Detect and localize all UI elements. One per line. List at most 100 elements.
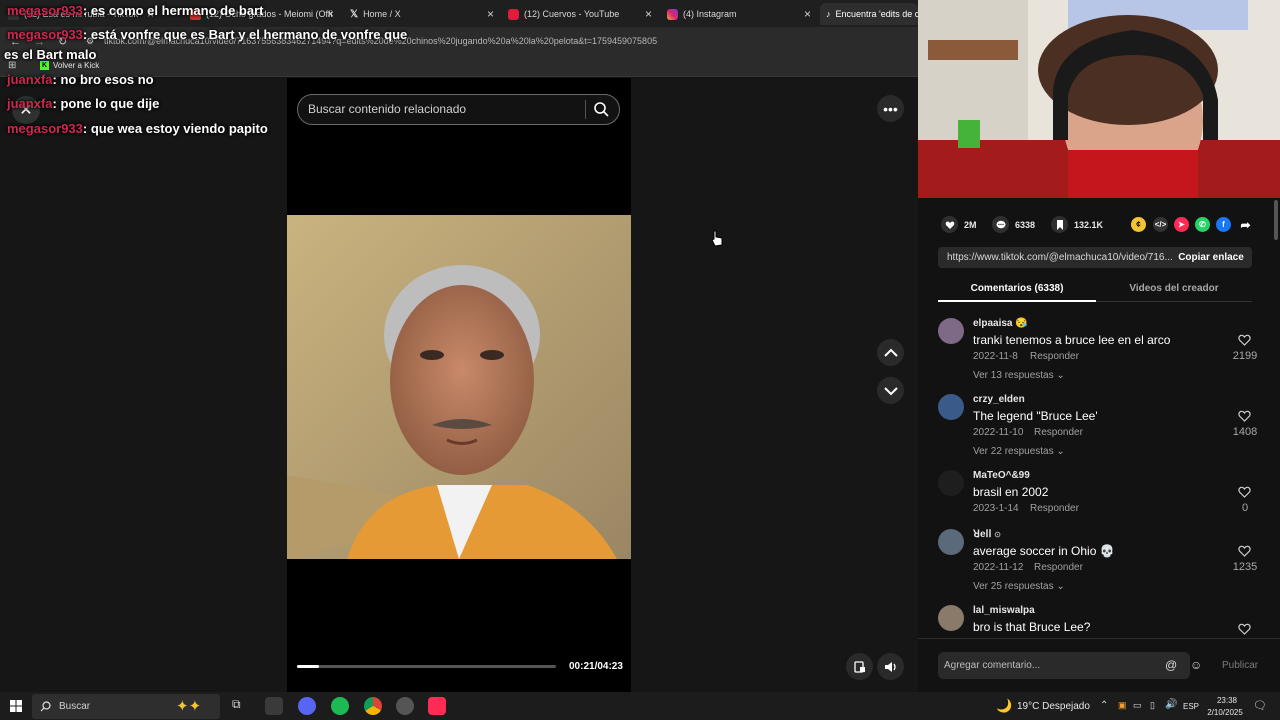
like-stat[interactable]: 2M bbox=[941, 216, 977, 233]
tab-label: Encuentra 'edits de ch bbox=[835, 9, 919, 19]
weather-moon-icon: 🌙 bbox=[996, 698, 1013, 713]
heart-outline-icon[interactable] bbox=[1238, 545, 1251, 557]
search-icon[interactable] bbox=[593, 101, 609, 117]
next-video-button[interactable] bbox=[877, 377, 904, 404]
weather-widget[interactable]: 19°C Despejado bbox=[1017, 701, 1090, 712]
clock-date[interactable]: 2/10/2025 bbox=[1202, 708, 1248, 717]
search-divider bbox=[585, 100, 586, 119]
reply-button[interactable]: Responder bbox=[1034, 427, 1083, 438]
chevron-down-icon: ⌄ bbox=[1056, 581, 1065, 592]
chrome-icon[interactable] bbox=[364, 697, 382, 715]
file-explorer-icon[interactable] bbox=[265, 697, 283, 715]
chevron-up-icon[interactable]: ⌃ bbox=[1100, 700, 1108, 711]
reply-button[interactable]: Responder bbox=[1034, 562, 1083, 573]
view-replies[interactable]: Ver 22 respuestas ⌄ bbox=[973, 446, 1065, 457]
notifications-icon[interactable]: 🗨 bbox=[1253, 699, 1267, 712]
heart-outline-icon[interactable] bbox=[1238, 410, 1251, 422]
close-icon[interactable]: × bbox=[804, 7, 811, 21]
publish-button[interactable]: Publicar bbox=[1222, 660, 1258, 671]
discord-icon[interactable] bbox=[298, 697, 316, 715]
comment-text: bro is that Bruce Lee? bbox=[973, 620, 1091, 634]
save-stat[interactable]: 132.1K bbox=[1051, 216, 1103, 233]
facebook-icon[interactable]: f bbox=[1216, 217, 1231, 232]
browser-tab[interactable]: (12) Cuervos - YouTube × bbox=[508, 3, 652, 25]
obs-icon[interactable] bbox=[396, 697, 414, 715]
tab-label: (4) Instagram bbox=[683, 9, 737, 19]
comment-username[interactable]: elpaaisa 😪 bbox=[973, 318, 1028, 329]
view-replies[interactable]: Ver 13 respuestas ⌄ bbox=[973, 370, 1065, 381]
embed-code-icon[interactable]: </> bbox=[1153, 217, 1168, 232]
webcam-image bbox=[918, 0, 1280, 198]
browser-tab[interactable]: 𝕏 Home / X × bbox=[350, 3, 494, 25]
heart-outline-icon[interactable] bbox=[1238, 486, 1251, 498]
network-icon[interactable]: ▭ bbox=[1133, 700, 1142, 711]
tray-app-icon[interactable]: ▣ bbox=[1118, 700, 1127, 711]
comment-count: 6338 bbox=[1015, 219, 1036, 230]
reply-button[interactable]: Responder bbox=[1030, 351, 1079, 362]
webcam-feed bbox=[918, 0, 1280, 198]
volume-icon bbox=[884, 661, 896, 672]
spotify-icon[interactable] bbox=[331, 697, 349, 715]
miniplayer-button[interactable] bbox=[846, 653, 873, 680]
reply-button[interactable]: Responder bbox=[1030, 503, 1079, 514]
time-display: 00:21/04:23 bbox=[569, 661, 623, 672]
comment-text: The legend "Bruce Lee' bbox=[973, 409, 1098, 423]
share-arrow-icon[interactable]: ➦ bbox=[1238, 217, 1253, 232]
comment-username[interactable]: crzy_elden bbox=[973, 394, 1025, 405]
avatar[interactable] bbox=[938, 470, 964, 496]
comment-username[interactable]: lal_miswalpa bbox=[973, 605, 1035, 616]
volume-button[interactable] bbox=[877, 653, 904, 680]
progress-track[interactable] bbox=[297, 665, 556, 668]
tab-comments[interactable]: Comentarios (6338) bbox=[938, 278, 1096, 302]
comment-username[interactable]: ꓤeꓲꓲ ⊙ bbox=[973, 529, 1001, 540]
mention-icon[interactable]: @ bbox=[1165, 658, 1177, 672]
more-options-button[interactable]: ••• bbox=[877, 95, 904, 122]
comment-date: 2022-11-8 bbox=[973, 351, 1018, 362]
scrollbar[interactable] bbox=[1274, 200, 1278, 240]
clock-time[interactable]: 23:38 bbox=[1207, 696, 1247, 705]
browser-tab-active[interactable]: ♪ Encuentra 'edits de ch bbox=[820, 3, 918, 25]
tab-label: Home / X bbox=[363, 9, 401, 19]
video-link[interactable]: https://www.tiktok.com/@elmachuca10/vide… bbox=[947, 252, 1173, 263]
comment-stat[interactable]: 6338 bbox=[992, 216, 1035, 233]
whatsapp-icon[interactable]: ✆ bbox=[1195, 217, 1210, 232]
heart-outline-icon[interactable] bbox=[1238, 623, 1251, 635]
comment-text: brasil en 2002 bbox=[973, 485, 1049, 499]
avatar[interactable] bbox=[938, 394, 964, 420]
avatar[interactable] bbox=[938, 529, 964, 555]
comment-like-count: 0 bbox=[1241, 502, 1249, 514]
x-logo-icon: 𝕏 bbox=[350, 8, 359, 20]
task-view-icon[interactable]: ⧉ bbox=[232, 697, 250, 715]
youtube-icon bbox=[508, 8, 519, 20]
previous-video-button[interactable] bbox=[877, 339, 904, 366]
close-icon[interactable]: × bbox=[487, 7, 494, 21]
battery-icon[interactable]: ▯ bbox=[1150, 700, 1155, 711]
comment-username[interactable]: MaTeO^&99 bbox=[973, 470, 1030, 481]
sparkle-icon: ✦✦ bbox=[176, 698, 202, 715]
heart-outline-icon[interactable] bbox=[1238, 334, 1251, 346]
copy-link-button[interactable]: Copiar enlace bbox=[1170, 247, 1252, 268]
heart-icon bbox=[941, 216, 958, 233]
bookmark-label: Volver a Kick bbox=[53, 61, 100, 70]
close-icon[interactable]: × bbox=[327, 7, 334, 21]
tiktok-app-icon[interactable] bbox=[428, 697, 446, 715]
coin-icon[interactable]: ¢ bbox=[1131, 217, 1146, 232]
chat-message: megasor933: es como el hermano de bart bbox=[7, 3, 264, 18]
comment-like-count: 2199 bbox=[1232, 350, 1258, 362]
send-icon[interactable]: ➤ bbox=[1174, 217, 1189, 232]
windows-start-icon[interactable] bbox=[10, 700, 22, 712]
speaker-icon[interactable]: 🔊 bbox=[1165, 699, 1177, 710]
video-frame[interactable] bbox=[287, 215, 631, 559]
view-replies[interactable]: Ver 25 respuestas ⌄ bbox=[973, 581, 1065, 592]
tab-creator-videos[interactable]: Videos del creador bbox=[1096, 278, 1252, 302]
avatar[interactable] bbox=[938, 318, 964, 344]
miniplayer-icon bbox=[853, 660, 865, 673]
close-icon[interactable]: × bbox=[645, 7, 652, 21]
emoji-picker-icon[interactable]: ☺ bbox=[1190, 658, 1202, 672]
browser-tab[interactable]: (4) Instagram × bbox=[667, 3, 811, 25]
hand-cursor-icon bbox=[711, 230, 723, 247]
taskbar-search-placeholder: Buscar bbox=[59, 701, 91, 712]
bookmark-kick[interactable]: K Volver a Kick bbox=[40, 61, 99, 70]
avatar[interactable] bbox=[938, 605, 964, 631]
language-indicator[interactable]: ESP bbox=[1183, 702, 1199, 711]
